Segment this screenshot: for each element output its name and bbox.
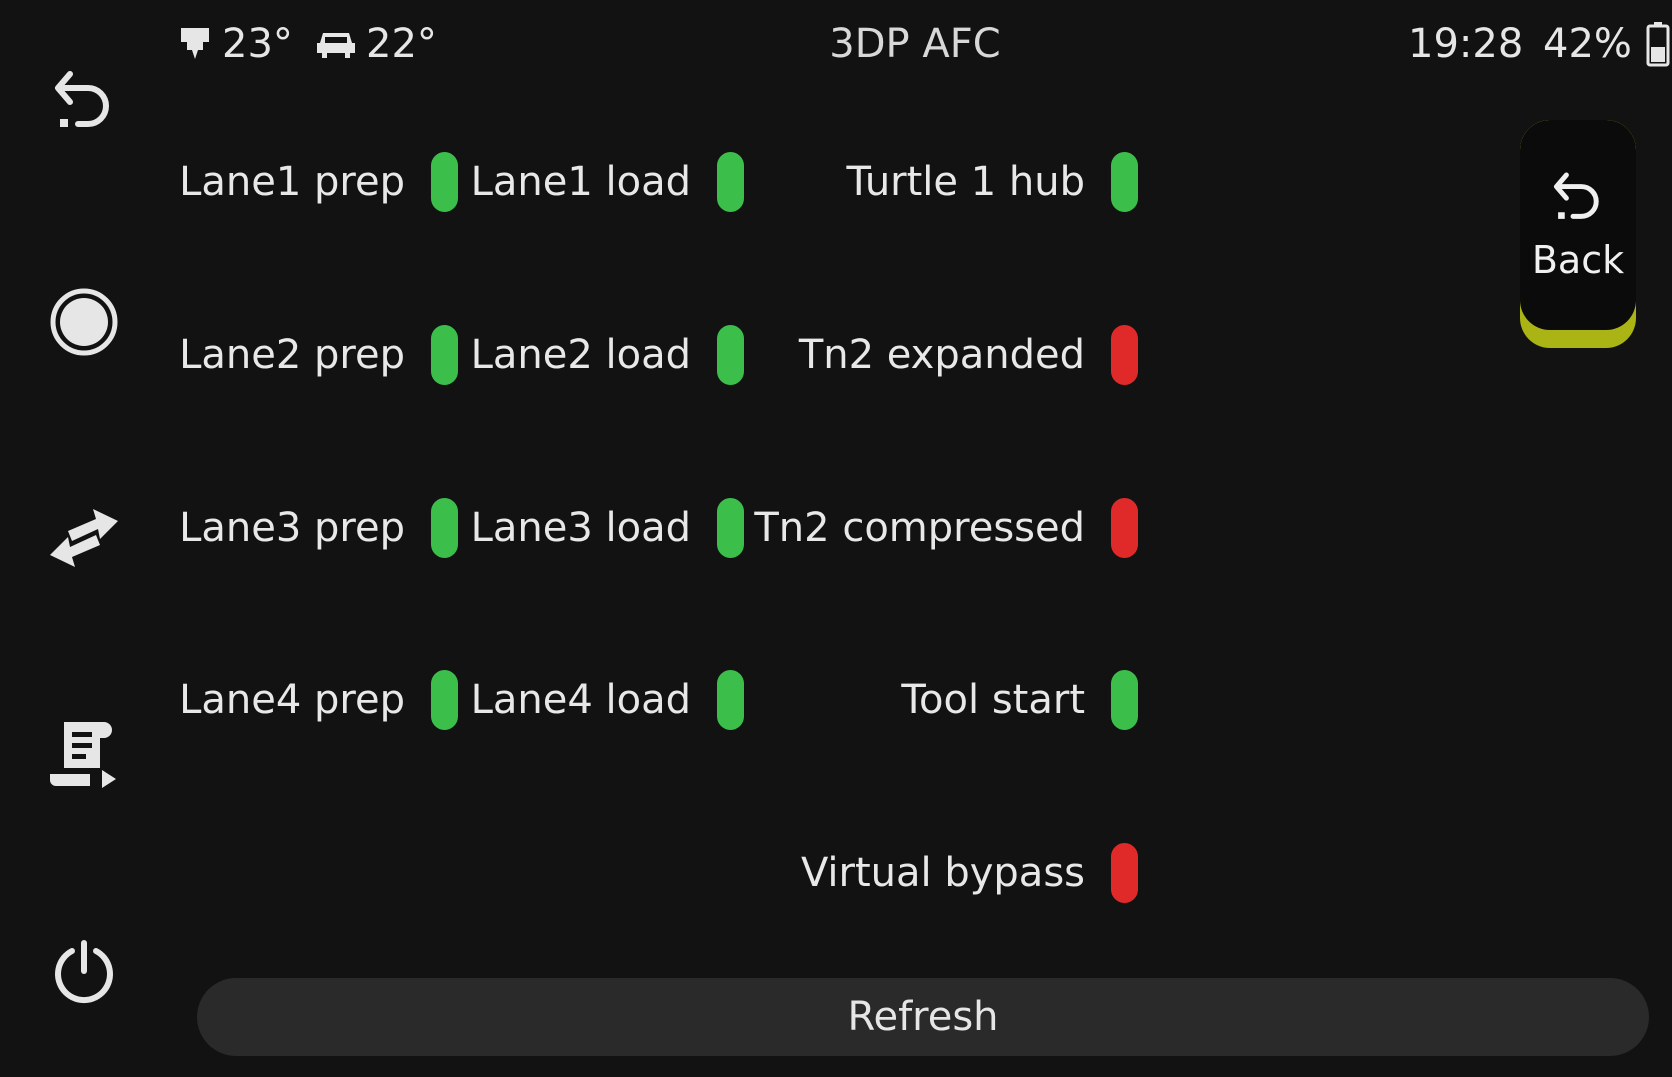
sensor-lane4-prep: Lane4 prep xyxy=(170,668,458,732)
sensor-indicator xyxy=(1111,152,1138,212)
refresh-button-label: Refresh xyxy=(847,994,999,1040)
back-arrow-icon xyxy=(1551,120,1605,228)
sensor-tn2-expanded: Tn2 expanded xyxy=(740,323,1138,387)
macros-icon xyxy=(48,718,120,792)
side-navigation xyxy=(0,0,168,1077)
sensor-indicator xyxy=(1111,498,1138,558)
sensor-label: Lane1 load xyxy=(470,159,691,205)
sensor-label: Lane4 prep xyxy=(179,677,405,723)
sensor-lane4-load: Lane4 load xyxy=(460,668,744,732)
power-icon xyxy=(52,937,116,1005)
sensor-lane1-prep: Lane1 prep xyxy=(170,150,458,214)
refresh-button[interactable]: Refresh xyxy=(197,978,1649,1056)
sensor-lane3-load: Lane3 load xyxy=(460,496,744,560)
sensor-label: Lane2 prep xyxy=(179,332,405,378)
nav-home-button[interactable] xyxy=(34,272,134,372)
sensor-indicator xyxy=(431,670,458,730)
nav-power-button[interactable] xyxy=(34,921,134,1021)
battery-percent: 42% xyxy=(1543,21,1632,67)
battery-status: 42% xyxy=(1543,18,1670,70)
sensor-indicator xyxy=(1111,843,1138,903)
back-button[interactable]: Back xyxy=(1520,120,1636,348)
sensor-label: Lane3 load xyxy=(470,505,691,551)
sensor-lane2-prep: Lane2 prep xyxy=(170,323,458,387)
nav-macros-button[interactable] xyxy=(34,705,134,805)
clock: 19:28 xyxy=(1408,21,1524,67)
sensor-label: Tn2 compressed xyxy=(754,505,1085,551)
sensor-indicator xyxy=(431,498,458,558)
back-arrow-icon xyxy=(52,68,116,138)
sensor-indicator xyxy=(431,152,458,212)
sensor-label: Virtual bypass xyxy=(800,850,1085,896)
sensor-indicator xyxy=(1111,325,1138,385)
sensor-tool-start: Tool start xyxy=(740,668,1138,732)
sensor-tn2-compressed: Tn2 compressed xyxy=(740,496,1138,560)
nav-back-button[interactable] xyxy=(34,53,134,153)
sensor-label: Lane1 prep xyxy=(179,159,405,205)
move-arrows-icon xyxy=(48,505,120,571)
sensor-label: Tool start xyxy=(901,677,1085,723)
sensor-indicator xyxy=(1111,670,1138,730)
sensor-indicator xyxy=(431,325,458,385)
sensor-label: Turtle 1 hub xyxy=(846,159,1085,205)
home-circle-icon xyxy=(48,286,120,358)
sensor-lane3-prep: Lane3 prep xyxy=(170,496,458,560)
sensor-label: Lane4 load xyxy=(470,677,691,723)
status-bar: 23° 22° 3DP AFC 19:28 42% xyxy=(0,0,1672,90)
sensor-virtual-bypass: Virtual bypass xyxy=(740,841,1138,905)
sensor-label: Lane3 prep xyxy=(179,505,405,551)
battery-icon xyxy=(1646,21,1670,67)
sensor-lane1-load: Lane1 load xyxy=(460,150,744,214)
sensor-turtle1-hub: Turtle 1 hub xyxy=(740,150,1138,214)
nav-move-button[interactable] xyxy=(34,488,134,588)
sensor-label: Tn2 expanded xyxy=(798,332,1085,378)
sensor-lane2-load: Lane2 load xyxy=(460,323,744,387)
back-button-face[interactable]: Back xyxy=(1520,120,1636,330)
sensor-label: Lane2 load xyxy=(470,332,691,378)
back-button-label: Back xyxy=(1531,238,1625,282)
